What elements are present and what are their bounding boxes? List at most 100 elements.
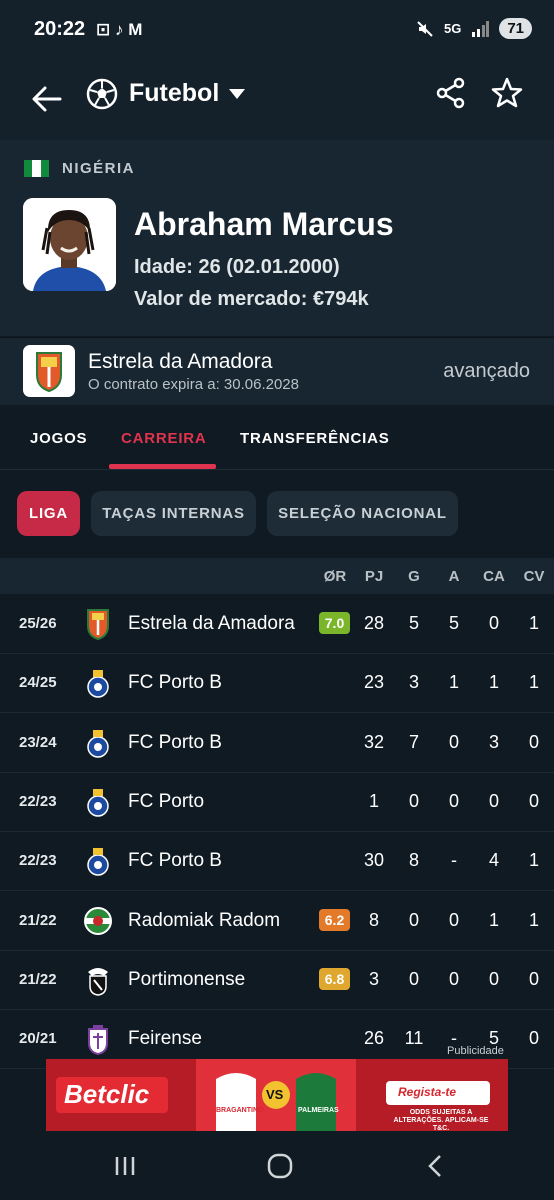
recent-apps-icon[interactable]	[113, 1154, 137, 1178]
status-time: 20:22	[34, 18, 86, 40]
row-pj: 1	[368, 790, 379, 811]
header-games: PJ	[364, 568, 384, 585]
career-row[interactable]: 24/25 FC Porto B 23 3 1 1 1	[0, 653, 554, 714]
row-a: 0	[448, 968, 459, 989]
career-table-header: ØR PJ G A CA CV	[0, 558, 554, 594]
player-name: Abraham Marcus	[134, 206, 394, 242]
chip-tacas-internas[interactable]: TAÇAS INTERNAS	[91, 491, 256, 536]
row-ca: 0	[488, 968, 499, 989]
row-rating-badge: 6.8	[319, 967, 350, 990]
row-cv: 1	[528, 672, 539, 693]
row-g: 5	[408, 613, 419, 633]
row-cv: 0	[528, 731, 539, 752]
active-tab-indicator	[109, 464, 216, 469]
row-g: 8	[408, 850, 419, 871]
row-team-name: FC Porto B	[128, 731, 222, 753]
row-cv: 1	[528, 909, 539, 930]
contract-expiry: O contrato expira a: 30.06.2028	[88, 376, 299, 393]
header-goals: G	[408, 568, 420, 585]
nigeria-flag-icon	[24, 160, 49, 177]
share-icon[interactable]	[434, 76, 468, 110]
row-ca: 0	[488, 790, 499, 811]
row-g: 0	[408, 968, 419, 989]
ad-team-left: BRAGANTINO	[216, 1107, 264, 1114]
row-ca: 0	[488, 613, 499, 633]
home-icon[interactable]	[267, 1153, 293, 1179]
back-arrow-icon[interactable]	[28, 80, 66, 118]
row-season: 22/23	[19, 792, 57, 810]
porto-logo-icon	[87, 788, 109, 817]
career-row[interactable]: 21/22 Portimonense 6.8 3 0 0 0 0	[0, 950, 554, 1010]
ad-brand: Betclic	[64, 1079, 150, 1109]
chevron-down-icon[interactable]	[228, 88, 246, 100]
row-team-name: Radomiak Radom	[128, 909, 281, 931]
system-nav-bar	[0, 1132, 554, 1200]
row-cv: 0	[528, 1028, 539, 1049]
club-badge	[23, 345, 75, 397]
ad-cta-button[interactable]: Regista-te	[398, 1085, 456, 1099]
career-row[interactable]: 22/23 FC Porto B 30 8 - 4 1	[0, 831, 554, 892]
row-a: 1	[448, 672, 459, 693]
porto-logo-icon	[87, 729, 109, 758]
row-pj: 26	[363, 1028, 385, 1049]
sport-selector-title[interactable]: Futebol	[129, 79, 219, 108]
row-pj: 30	[363, 850, 385, 871]
row-pj: 28	[363, 613, 385, 633]
row-ca: 1	[488, 672, 499, 693]
row-a: -	[451, 850, 457, 871]
row-ca: 4	[488, 850, 499, 871]
football-icon[interactable]	[86, 78, 118, 110]
ad-vs: VS	[266, 1087, 284, 1102]
header-yellow-cards: CA	[483, 568, 505, 585]
row-season: 24/25	[19, 674, 57, 692]
row-a: 0	[448, 790, 459, 811]
row-team-name: FC Porto B	[128, 672, 222, 694]
row-a: 5	[448, 613, 459, 633]
row-pj: 3	[368, 968, 379, 989]
header-red-cards: CV	[523, 568, 545, 585]
row-g: 0	[408, 909, 419, 930]
back-icon[interactable]	[425, 1154, 445, 1178]
career-row[interactable]: 21/22 Radomiak Radom 6.2 8 0 0 1 1	[0, 891, 554, 951]
app-bar: Futebol	[0, 62, 554, 140]
portimonense-logo-icon	[88, 967, 108, 996]
feirense-logo-icon	[88, 1025, 108, 1056]
status-right: 5G 71	[416, 18, 532, 39]
porto-logo-icon	[87, 848, 109, 876]
row-season: 25/26	[19, 615, 57, 632]
chip-selecao-nacional[interactable]: SELEÇÃO NACIONAL	[267, 491, 458, 536]
row-cv: 1	[528, 613, 539, 633]
player-position: avançado	[443, 360, 530, 382]
chip-liga[interactable]: LIGA	[17, 491, 80, 536]
row-g: 7	[408, 731, 419, 752]
row-cv: 0	[528, 968, 539, 989]
porto-logo-icon	[87, 670, 109, 699]
favorite-star-icon[interactable]	[490, 76, 524, 110]
career-row[interactable]: 25/26 Estrela da Amadora 7.0 28 5 5 0 1	[0, 594, 554, 654]
ad-banner[interactable]: Betclic VS BRAGANTINO PALMEIRAS Regista-…	[46, 1059, 508, 1131]
status-bar: 20:22 ⊡ ♪ M 5G 71	[0, 0, 554, 62]
player-age: Idade: 26 (02.01.2000)	[134, 256, 340, 278]
row-ca: 1	[488, 909, 499, 930]
player-avatar	[23, 198, 116, 291]
player-market-value: Valor de mercado: €794k	[134, 288, 369, 310]
row-g: 0	[408, 790, 419, 811]
row-team-name: Portimonense	[128, 968, 246, 990]
tab-transferencias[interactable]: TRANSFERÊNCIAS	[240, 430, 390, 447]
tab-carreira[interactable]: CARREIRA	[121, 430, 207, 447]
mute-icon	[417, 20, 433, 37]
header-avg-rating: ØR	[323, 568, 347, 585]
current-club-row[interactable]: Estrela da Amadora O contrato expira a: …	[0, 337, 554, 405]
row-season: 20/21	[19, 1030, 57, 1048]
header-assists: A	[448, 568, 460, 585]
row-a: 0	[448, 731, 459, 752]
row-rating-badge: 7.0	[319, 612, 350, 634]
club-name: Estrela da Amadora	[88, 350, 273, 373]
row-cv: 0	[528, 790, 539, 811]
row-ca: 3	[488, 731, 499, 752]
tab-jogos[interactable]: JOGOS	[30, 430, 87, 447]
radomiak-logo-icon	[84, 906, 112, 935]
row-season: 22/23	[19, 852, 57, 870]
career-row[interactable]: 22/23 FC Porto 1 0 0 0 0	[0, 772, 554, 832]
career-row[interactable]: 23/24 FC Porto B 32 7 0 3 0	[0, 713, 554, 773]
